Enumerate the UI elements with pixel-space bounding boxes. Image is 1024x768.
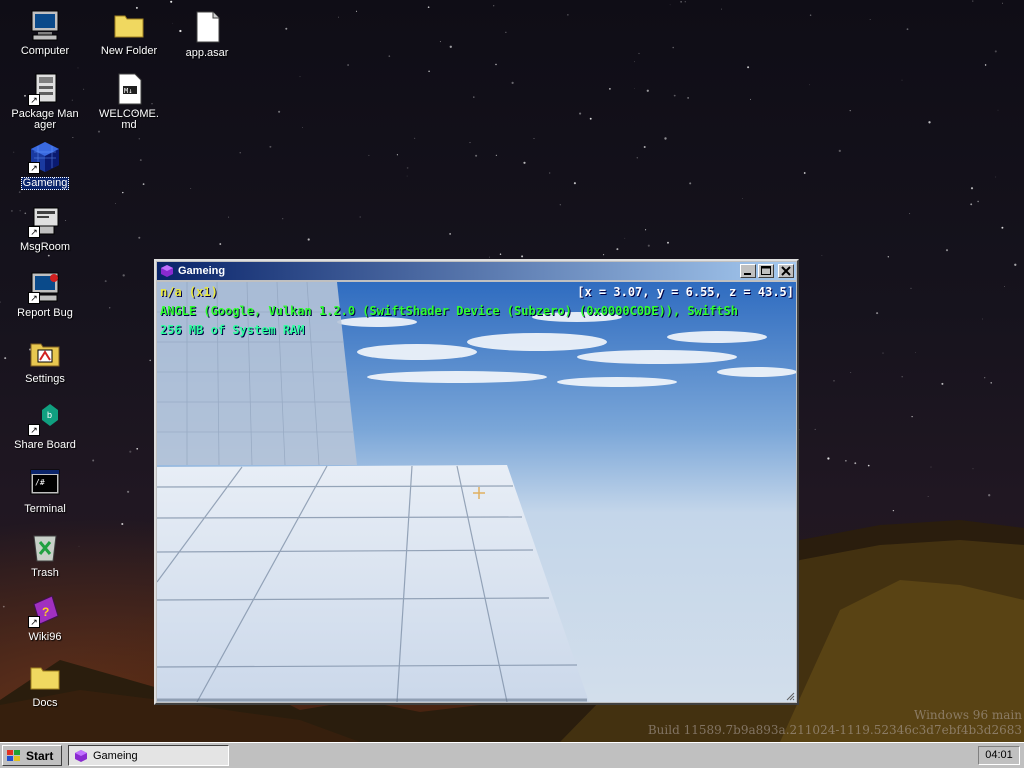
windows-logo-icon — [7, 749, 20, 761]
desktop-icon-label: Terminal — [24, 503, 66, 515]
trash-icon — [28, 530, 62, 564]
markdown-file-icon: M↓ — [112, 72, 146, 106]
desktop-icon-label: New Folder — [100, 45, 158, 57]
share-board-icon: b ↗ — [28, 402, 62, 436]
desktop-icon-label: Docs — [32, 697, 58, 709]
hud-renderer-label: n/a (x1) — [160, 285, 218, 299]
start-label: Start — [26, 748, 54, 763]
taskbar-item-label: Gameing — [93, 749, 138, 762]
shortcut-arrow-icon: ↗ — [28, 226, 40, 238]
folder-icon — [112, 8, 146, 42]
desktop-icon-label: Settings — [25, 373, 65, 385]
start-button[interactable]: Start — [2, 745, 62, 766]
desktop-icon-msgroom[interactable]: ↗ MsgRoom — [10, 204, 80, 253]
cube-icon — [161, 265, 173, 277]
svg-text:M↓: M↓ — [124, 87, 132, 95]
resize-grip-icon[interactable] — [785, 691, 795, 701]
game-viewport[interactable]: n/a (x1) [x = 3.07, y = 6.55, z = 43.5] … — [157, 282, 796, 702]
report-bug-icon: ↗ — [28, 270, 62, 304]
taskbar-clock: 04:01 — [978, 746, 1020, 765]
terminal-icon: /# — [28, 466, 62, 500]
desktop-icon-new-folder[interactable]: New Folder — [94, 8, 164, 57]
build-watermark-line1: Windows 96 main — [913, 708, 1022, 722]
maximize-button[interactable] — [758, 264, 774, 278]
svg-text:?: ? — [42, 605, 49, 619]
desktop-icon-label: app.asar — [185, 47, 229, 59]
desktop-icon-computer[interactable]: Computer — [10, 8, 80, 57]
cube-icon — [75, 749, 87, 762]
computer-icon — [28, 8, 62, 42]
hud-gpu-info: ANGLE (Google, Vulkan 1.2.0 (SwiftShader… — [160, 304, 738, 318]
file-icon — [190, 10, 224, 44]
desktop-icon-label: Package Manager — [11, 108, 79, 131]
desktop-icon-settings[interactable]: Settings — [10, 336, 80, 385]
desktop-icon-share-board[interactable]: b ↗ Share Board — [10, 402, 80, 451]
svg-text:/#: /# — [35, 478, 45, 487]
shortcut-arrow-icon: ↗ — [28, 424, 40, 436]
desktop-icon-label: Computer — [20, 45, 70, 57]
game-scene — [157, 282, 796, 702]
desktop-icon-terminal[interactable]: /# Terminal — [10, 466, 80, 515]
shortcut-arrow-icon: ↗ — [28, 616, 40, 628]
hud-coordinates: [x = 3.07, y = 6.55, z = 43.5] — [577, 285, 794, 299]
taskbar-item-gameing[interactable]: Gameing — [68, 745, 229, 766]
shortcut-arrow-icon: ↗ — [28, 292, 40, 304]
settings-icon — [28, 336, 62, 370]
svg-text:b: b — [47, 410, 52, 420]
desktop-icon-label: MsgRoom — [19, 241, 71, 253]
shortcut-arrow-icon: ↗ — [28, 162, 40, 174]
desktop-icon-report-bug[interactable]: ↗ Report Bug — [10, 270, 80, 319]
desktop-icon-label: WELCOME.md — [99, 108, 159, 131]
desktop-icon-package-manager[interactable]: ↗ Package Manager — [10, 72, 80, 131]
msgroom-icon: ↗ — [28, 204, 62, 238]
close-button[interactable] — [778, 264, 794, 278]
desktop-icon-label: Gameing — [20, 177, 70, 190]
desktop-icon-wiki96[interactable]: ? ↗ Wiki96 — [10, 594, 80, 643]
game-window[interactable]: Gameing n/a (x1) [x = 3.07, y = 6.55, z … — [154, 259, 799, 705]
shortcut-arrow-icon: ↗ — [28, 94, 40, 106]
desktop-icon-label: Share Board — [14, 439, 76, 451]
desktop-icon-docs[interactable]: Docs — [10, 660, 80, 709]
minimize-icon — [744, 273, 751, 275]
package-manager-icon: ↗ — [28, 72, 62, 106]
desktop-icon-app-asar[interactable]: app.asar — [172, 10, 242, 59]
desktop-icon-label: Report Bug — [17, 307, 73, 319]
desktop-icon-label: Trash — [31, 567, 59, 579]
build-watermark-line2: Build 11589.7b9a893a.211024-1119.52346c3… — [647, 723, 1022, 737]
maximize-icon — [761, 266, 771, 275]
window-title: Gameing — [178, 265, 226, 277]
window-titlebar[interactable]: Gameing — [157, 262, 796, 280]
wiki-book-icon: ? ↗ — [28, 594, 62, 628]
taskbar: Start Gameing 04:01 — [0, 742, 1024, 768]
cube-icon: ↗ — [28, 140, 62, 174]
close-icon — [781, 266, 791, 276]
desktop-icon-label: Wiki96 — [28, 631, 62, 643]
folder-icon — [28, 660, 62, 694]
desktop-icon-welcome-md[interactable]: M↓ WELCOME.md — [94, 72, 164, 131]
desktop-icon-gameing[interactable]: ↗ Gameing — [10, 140, 80, 190]
hud-ram-info: 256 MB of System RAM — [160, 323, 305, 337]
minimize-button[interactable] — [740, 264, 756, 278]
desktop-icon-trash[interactable]: Trash — [10, 530, 80, 579]
